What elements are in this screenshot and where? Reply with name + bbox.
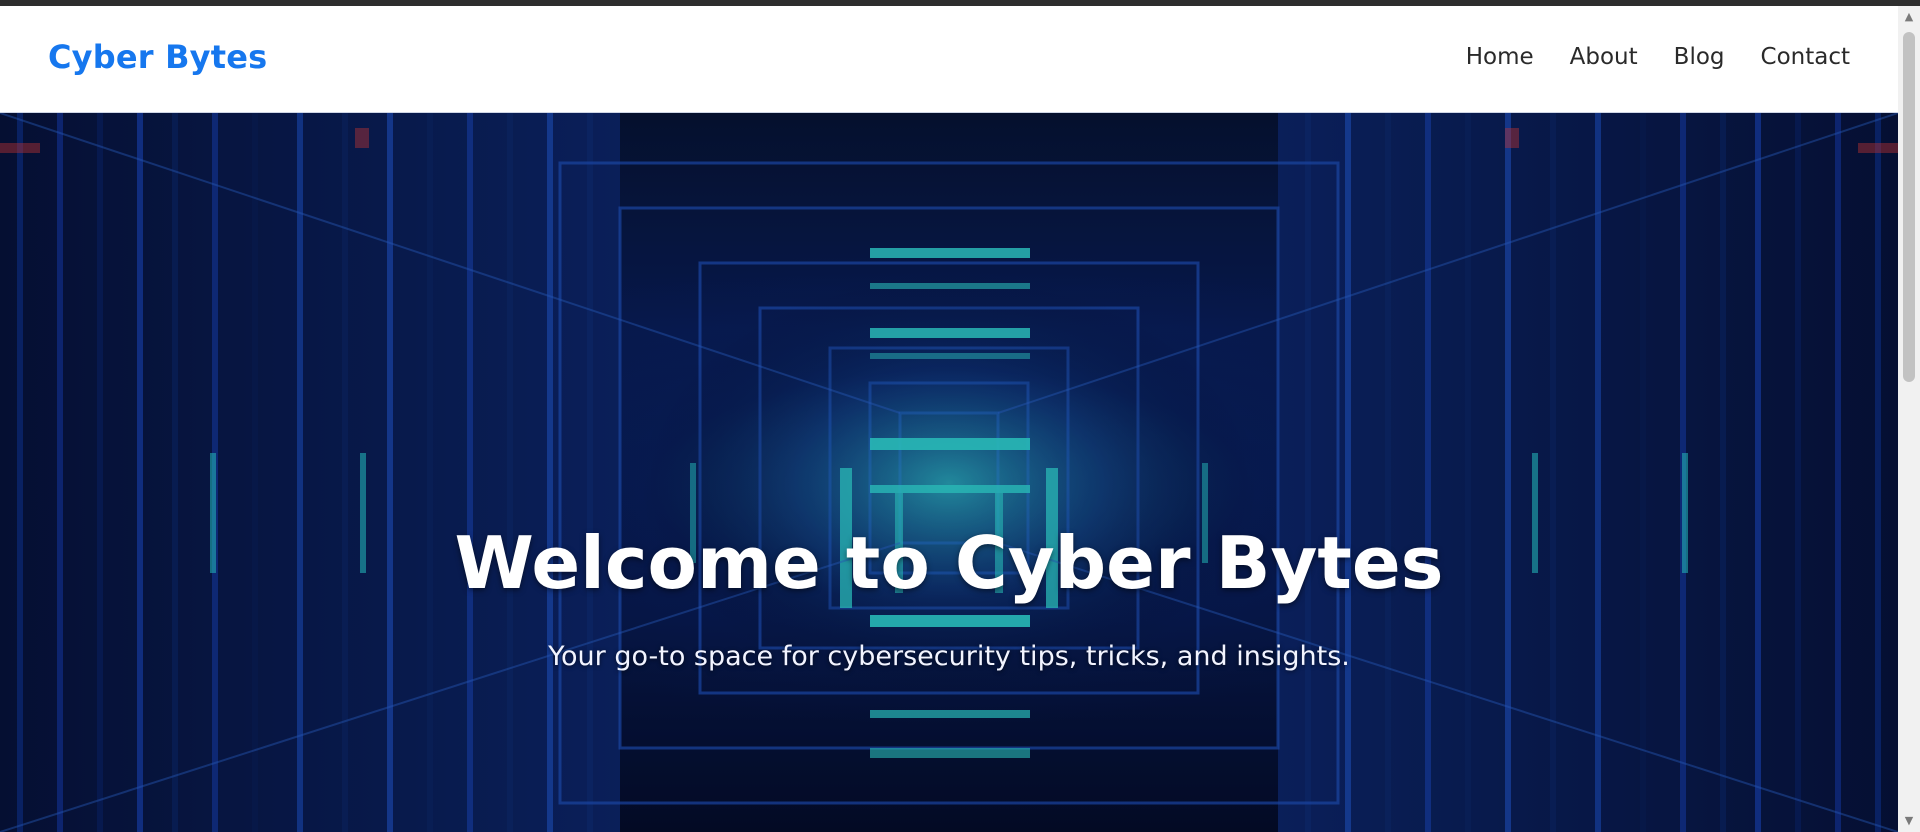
hero-subtitle: Your go-to space for cybersecurity tips,… <box>548 641 1350 672</box>
triangle-down-icon[interactable]: ▼ <box>1898 810 1920 832</box>
hero-title: Welcome to Cyber Bytes <box>454 521 1444 605</box>
triangle-up-icon[interactable]: ▲ <box>1898 6 1920 28</box>
brand-logo-text[interactable]: Cyber Bytes <box>48 38 267 76</box>
nav-link-about[interactable]: About <box>1570 44 1638 70</box>
scrollbar-thumb[interactable] <box>1903 32 1915 382</box>
nav-link-blog[interactable]: Blog <box>1674 44 1725 70</box>
nav-link-contact[interactable]: Contact <box>1761 44 1850 70</box>
nav-link-home[interactable]: Home <box>1466 44 1534 70</box>
navbar: Cyber Bytes Home About Blog Contact <box>0 6 1898 113</box>
vertical-scrollbar[interactable]: ▲ ▼ <box>1898 6 1920 832</box>
page-viewport: Cyber Bytes Home About Blog Contact Welc… <box>0 6 1898 832</box>
hero-section: Welcome to Cyber Bytes Your go-to space … <box>0 113 1898 832</box>
server-corridor-background-image <box>0 113 1898 832</box>
nav-links: Home About Blog Contact <box>1466 44 1850 70</box>
